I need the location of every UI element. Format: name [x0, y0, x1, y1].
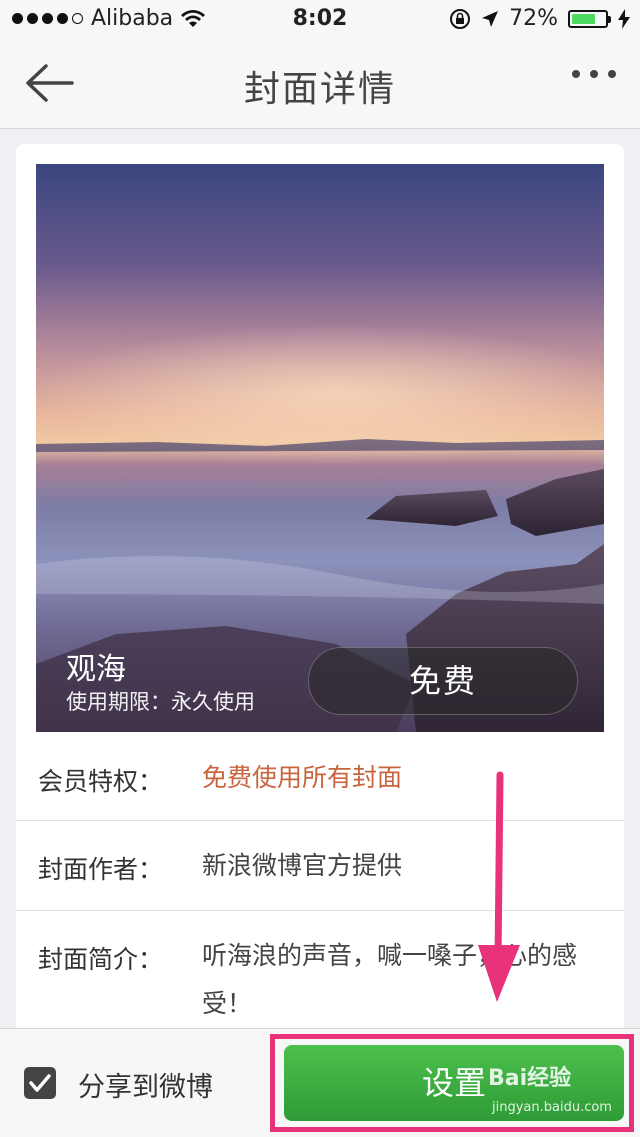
battery-fill — [572, 13, 596, 24]
divider — [16, 820, 624, 821]
page-title: 封面详情 — [243, 69, 396, 110]
member-privilege-value: 免费使用所有封面 — [202, 763, 403, 792]
divider — [16, 910, 624, 911]
more-dots-icon[interactable] — [572, 70, 616, 78]
member-privilege-row: 会员特权： 免费使用所有封面 — [16, 754, 624, 820]
status-right: 72% — [449, 6, 630, 31]
battery-icon — [568, 9, 611, 28]
cover-author-label: 封面作者： — [38, 855, 164, 884]
cover-validity: 使用期限：永久使用 — [66, 690, 255, 714]
battery-percent: 72% — [509, 6, 558, 31]
baidu-watermark: Bai经验 — [488, 1066, 572, 1091]
location-arrow-icon — [482, 10, 499, 27]
cover-author-value: 新浪微博官方提供 — [202, 851, 403, 880]
cover-intro-row: 封面简介： 听海浪的声音，喊一嗓子，心的感受！ — [16, 932, 624, 1032]
free-button[interactable]: 免费 — [308, 647, 578, 715]
share-to-weibo-label[interactable]: 分享到微博 — [78, 1065, 213, 1104]
status-bar: Alibaba 8:02 72% — [0, 0, 640, 40]
member-privilege-label: 会员特权： — [38, 767, 164, 796]
cover-image: 观海 使用期限：永久使用 免费 — [36, 164, 604, 732]
rotation-lock-icon — [450, 8, 471, 29]
cover-detail-card: 观海 使用期限：永久使用 免费 会员特权： 免费使用所有封面 封面作者： 新浪微… — [16, 144, 624, 1044]
cover-title: 观海 — [66, 652, 126, 687]
charging-icon — [618, 8, 630, 29]
cover-intro-value: 听海浪的声音，喊一嗓子，心的感受！ — [202, 941, 578, 1018]
cover-intro-label: 封面简介： — [38, 945, 164, 974]
nav-bar: 封面详情 — [0, 40, 640, 129]
checkmark-icon — [29, 1074, 51, 1092]
baidu-watermark-url: jingyan.baidu.com — [492, 1100, 612, 1115]
share-checkbox[interactable] — [24, 1067, 56, 1099]
cover-author-row: 封面作者： 新浪微博官方提供 — [16, 842, 624, 908]
